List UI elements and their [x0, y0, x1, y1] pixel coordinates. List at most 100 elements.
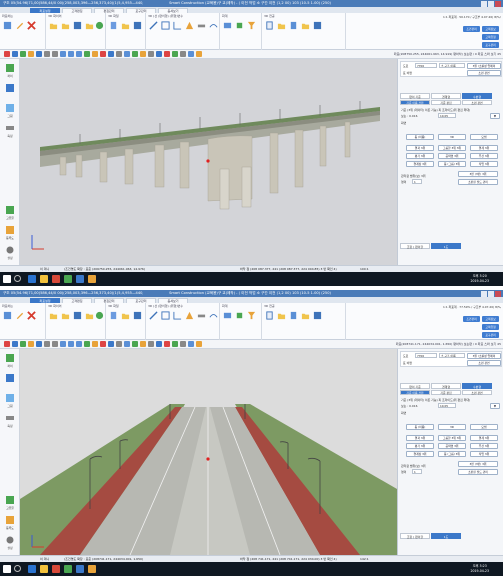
color-icon[interactable]: [132, 51, 138, 57]
layers-icon[interactable]: [124, 341, 130, 347]
report-button[interactable]: [288, 311, 299, 335]
zoom-in-icon[interactable]: [44, 341, 50, 347]
grid-btn-2[interactable]: 3D: [438, 424, 466, 430]
filter-button[interactable]: [246, 21, 257, 45]
subtab-rename[interactable]: 기준 이름 전환: [400, 390, 430, 395]
bottom-button-2[interactable]: 소편된 필드 관리: [458, 179, 498, 185]
volume-button[interactable]: [184, 311, 195, 335]
left-tool-6[interactable]: 등록도: [3, 515, 17, 533]
tab-customer[interactable]: 고객편집: [62, 297, 92, 303]
panel-action-button[interactable]: 3원 (소를성 업에이: [467, 353, 501, 359]
bottom-tab-2[interactable]: 1도: [431, 243, 461, 249]
doc-button[interactable]: [264, 21, 275, 45]
grid-btn-10[interactable]: 결계상 3위: [406, 451, 434, 457]
tab-moisture[interactable]: 수분형: [462, 383, 492, 389]
layer-button[interactable]: [222, 311, 233, 335]
point-icon[interactable]: [84, 341, 90, 347]
subtab-edit[interactable]: 기준 편집: [431, 100, 461, 105]
app2-icon[interactable]: [64, 565, 72, 573]
port-manage-button[interactable]: 포구관리: [482, 332, 499, 338]
light-icon[interactable]: [140, 51, 146, 57]
app2-icon[interactable]: [64, 275, 72, 283]
tag-icon[interactable]: [172, 341, 178, 347]
file2-button[interactable]: [120, 21, 131, 45]
share-button[interactable]: [312, 311, 323, 335]
tab-port[interactable]: 포구관리: [126, 7, 156, 13]
close-button[interactable]: [495, 0, 501, 7]
pencil-button[interactable]: [14, 21, 25, 45]
line-icon[interactable]: [92, 341, 98, 347]
front-view-icon[interactable]: [68, 51, 74, 57]
grid-btn-7[interactable]: 평가 3위: [406, 443, 434, 449]
left-tool-2[interactable]: [3, 373, 17, 391]
grid-btn-1[interactable]: 등 (이름): [406, 424, 434, 430]
settings-icon[interactable]: [188, 341, 194, 347]
explorer-icon[interactable]: [40, 275, 48, 283]
delete-button[interactable]: [26, 21, 37, 45]
left-tool-2[interactable]: [3, 83, 17, 101]
subtab-rename[interactable]: 기준 이름 전환: [400, 100, 430, 105]
grid-btn-8[interactable]: 공의명 3위: [438, 443, 466, 449]
grid-btn-2[interactable]: 3D: [438, 134, 466, 140]
folder-button[interactable]: [48, 311, 59, 335]
tab-edit[interactable]: 편집관리: [94, 297, 124, 303]
measure-icon[interactable]: [108, 51, 114, 57]
tab-coordinate[interactable]: 좌표설정: [30, 7, 60, 13]
app-icon[interactable]: [52, 565, 60, 573]
app3-icon[interactable]: [76, 275, 84, 283]
panel-field-1[interactable]: 7700: [415, 353, 437, 358]
settings-icon[interactable]: [188, 51, 194, 57]
left-tool-5[interactable]: 고유물: [3, 205, 17, 223]
grid-btn-9[interactable]: 무선 3위: [470, 443, 498, 449]
layer-button[interactable]: [222, 21, 233, 45]
section-icon[interactable]: [156, 341, 162, 347]
grid-btn-7[interactable]: 평가 3위: [406, 153, 434, 159]
panel-field-1[interactable]: 7700: [415, 63, 437, 68]
grid-btn-8[interactable]: 공의명 3위: [438, 153, 466, 159]
panel-field-2[interactable]: 소 구조 이름: [439, 353, 465, 358]
measure-button[interactable]: [196, 311, 207, 335]
customer-type-button[interactable]: 고객유형: [482, 34, 499, 40]
open-button[interactable]: [60, 21, 71, 45]
customer-type-button[interactable]: 고객유형: [482, 324, 499, 330]
left-tool-6[interactable]: 등록도: [3, 225, 17, 243]
rotate-tool-icon[interactable]: [20, 341, 26, 347]
marker-icon[interactable]: [164, 51, 170, 57]
tab-edit[interactable]: 편집관리: [94, 7, 124, 13]
bottom-tab-2[interactable]: 1도: [431, 533, 461, 539]
tree-button[interactable]: [94, 21, 105, 45]
snapshot-icon[interactable]: [180, 51, 186, 57]
grid-btn-3[interactable]: 모범: [470, 424, 498, 430]
bottom-tab-1[interactable]: 조합 ( 편이할: [400, 243, 430, 249]
section-number[interactable]: 1: [412, 469, 422, 474]
volume-button[interactable]: [184, 21, 195, 45]
measure-button[interactable]: [196, 21, 207, 45]
print-button[interactable]: [300, 21, 311, 45]
start-icon[interactable]: [3, 275, 11, 283]
app3-icon[interactable]: [76, 565, 84, 573]
pencil-button[interactable]: [14, 311, 25, 335]
profile-button[interactable]: [208, 311, 219, 335]
side-view-icon[interactable]: [76, 341, 82, 347]
polygon-icon[interactable]: [100, 341, 106, 347]
subtab-related[interactable]: 소편 관련: [462, 390, 492, 395]
left-tool-4[interactable]: 측정: [3, 413, 17, 431]
line-button[interactable]: [148, 21, 159, 45]
layers-icon[interactable]: [124, 51, 130, 57]
fit-tool-icon[interactable]: [36, 51, 42, 57]
grid-btn-11[interactable]: 동 (그룹) 3위: [438, 161, 466, 167]
area-button[interactable]: [160, 311, 171, 335]
doc-button[interactable]: [264, 311, 275, 335]
folder-export-button[interactable]: [276, 311, 287, 335]
maximize-button[interactable]: [488, 290, 494, 297]
search-icon[interactable]: [14, 565, 21, 572]
pan-tool-icon[interactable]: [12, 51, 18, 57]
tree-button[interactable]: [94, 311, 105, 335]
snapshot-icon[interactable]: [180, 341, 186, 347]
point-cloud-viewport[interactable]: [20, 59, 397, 265]
panel-row2-value[interactable]: 10.05: [438, 113, 456, 118]
new-button[interactable]: [2, 311, 13, 335]
bottom-button-1[interactable]: 3번 (3번) 3위: [458, 171, 498, 177]
delete-button[interactable]: [26, 311, 37, 335]
top-view-icon[interactable]: [60, 51, 66, 57]
